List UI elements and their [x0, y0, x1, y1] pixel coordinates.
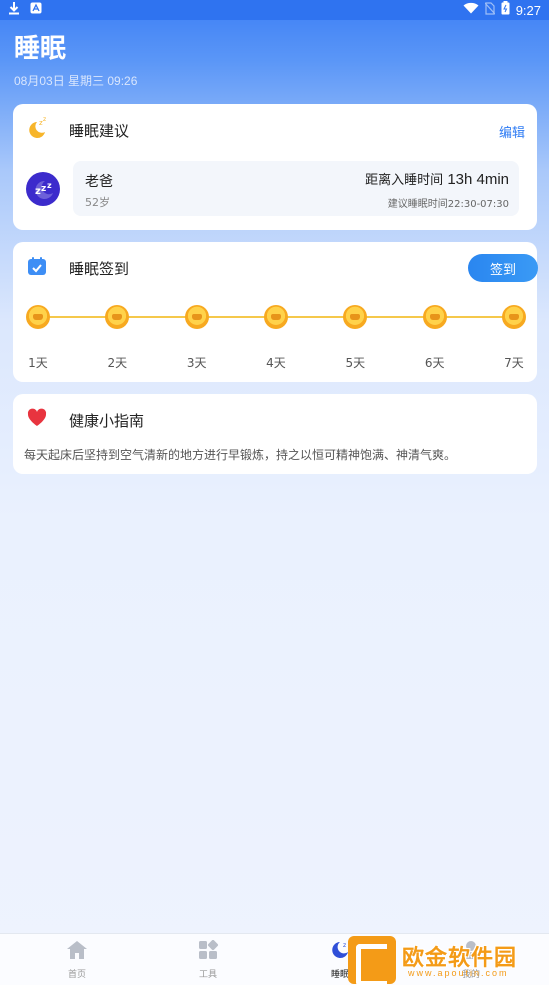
signin-day-label: 7天 — [504, 356, 524, 370]
time-to-sleep-minutes: 4min — [476, 171, 509, 188]
home-icon — [66, 940, 88, 964]
time-to-sleep-hours: 13h — [447, 171, 473, 188]
watermark-url: www.apoutin.com — [408, 968, 509, 978]
app-notification-icon — [30, 2, 42, 18]
page-date: 08月03日 星期三 09:26 — [14, 74, 138, 88]
moon-zzz-icon: z z — [25, 116, 49, 144]
signin-day-label: 6天 — [424, 356, 445, 370]
battery-icon — [501, 1, 510, 19]
svg-text:z: z — [41, 184, 46, 194]
heart-icon — [25, 406, 49, 434]
watermark-logo: 欧金软件园 www.apoutin.com — [348, 936, 546, 985]
signin-coin-icon — [26, 305, 50, 329]
time-to-sleep: 距离入睡时间 13h 4min — [365, 169, 509, 188]
signin-coin-icon — [502, 305, 526, 329]
signin-coin-icon — [422, 305, 447, 329]
svg-text:z: z — [43, 116, 46, 123]
signin-day-label: 4天 — [266, 356, 286, 370]
watermark-emblem-icon — [348, 936, 396, 985]
sleep-plan-item[interactable]: 老爸 52岁 距离入睡时间 13h 4min 建议睡眠时间22:30-07:30 — [73, 161, 519, 216]
page-title: 睡眠 — [14, 34, 67, 64]
suggested-sleep-time: 建议睡眠时间22:30-07:30 — [387, 199, 509, 210]
edit-button[interactable]: 编辑 — [499, 122, 525, 141]
tools-icon — [197, 939, 219, 964]
signin-coin-icon — [184, 305, 209, 329]
calendar-icon — [25, 254, 49, 282]
sleep-advice-card: z z 睡眠建议 编辑 z z z 老爸 52岁 距离入睡时间 13h 4min… — [13, 104, 537, 230]
signin-button[interactable]: 签到 — [468, 254, 538, 282]
svg-text:z: z — [47, 181, 52, 190]
svg-text:z: z — [343, 942, 346, 949]
status-bar: 9:27 — [0, 0, 549, 20]
health-tip-title: 健康小指南 — [69, 411, 145, 430]
signin-coin-icon — [264, 305, 288, 329]
sleep-avatar-icon: z z z — [26, 172, 60, 206]
health-tip-text: 每天起床后坚持到空气清新的地方进行早锻炼，持之以恒可精神饱满、神清气爽。 — [24, 448, 457, 462]
clock: 9:27 — [515, 2, 541, 18]
tab-label: 工具 — [198, 970, 217, 980]
tab-label: 睡眠 — [330, 970, 349, 980]
person-name: 老爸 — [85, 174, 113, 190]
signin-day-label: 1天 — [28, 356, 48, 370]
person-age: 52岁 — [85, 196, 110, 209]
tab-home[interactable]: 首页 — [47, 940, 107, 980]
tab-tools[interactable]: 工具 — [178, 939, 238, 980]
download-icon — [8, 1, 20, 19]
no-sim-icon — [484, 1, 496, 19]
sleep-signin-card: 睡眠签到 签到 1天 2天 3天 4天 5天 6天 7天 — [13, 242, 538, 382]
signin-coin-icon — [343, 305, 368, 329]
sleep-advice-title: 睡眠建议 — [69, 121, 130, 140]
time-to-sleep-label: 距离入睡时间 — [365, 173, 444, 188]
tab-label: 首页 — [67, 970, 86, 980]
signin-day-label: 5天 — [345, 356, 366, 370]
wifi-icon — [463, 2, 479, 18]
health-tip-card: 健康小指南 每天起床后坚持到空气清新的地方进行早锻炼，持之以恒可精神饱满、神清气… — [13, 394, 537, 474]
signin-day-label: 2天 — [107, 356, 128, 370]
signin-day-label: 3天 — [186, 356, 207, 370]
signin-coin-icon — [105, 305, 130, 329]
sleep-signin-title: 睡眠签到 — [69, 259, 130, 278]
